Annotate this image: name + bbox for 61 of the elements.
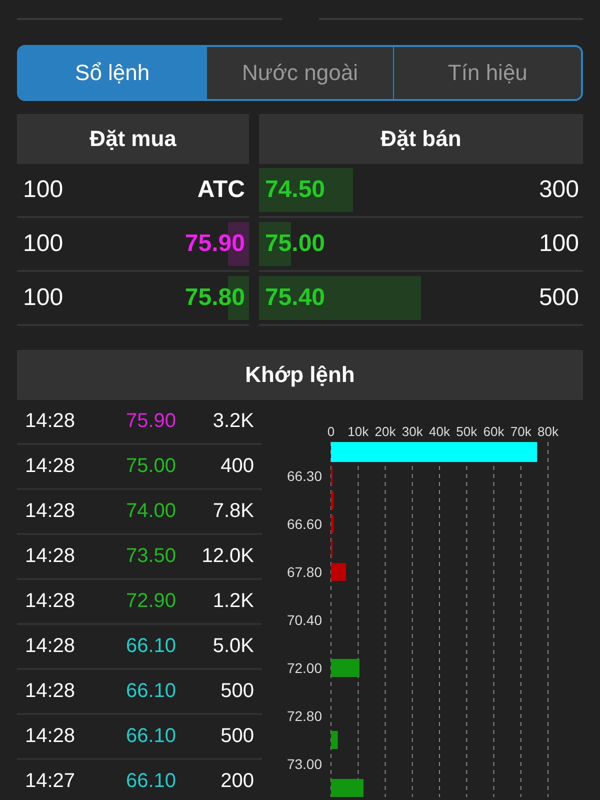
- trade-price: 75.90: [124, 410, 178, 433]
- ask-header: Đặt bán: [258, 114, 583, 164]
- trade-time: 14:28: [25, 500, 76, 523]
- bid-price: ATC: [196, 176, 245, 204]
- axis-tick-label: 70k: [510, 424, 532, 439]
- tab[interactable]: Tín hiệu: [393, 47, 581, 99]
- trade-volume: 400: [220, 455, 254, 478]
- trade-time: 14:28: [25, 410, 76, 433]
- ask-volume: 500: [538, 284, 579, 312]
- bid-price: 75.90: [184, 230, 245, 258]
- axis-tick-label: 0: [327, 424, 335, 439]
- trade-volume: 1.2K: [212, 590, 254, 613]
- trade-time: 14:28: [25, 725, 76, 748]
- trade-time: 14:28: [25, 590, 76, 613]
- price-label: 73.00: [286, 756, 322, 772]
- price-label: 72.00: [286, 660, 322, 676]
- price-label: 66.60: [286, 516, 322, 532]
- tab[interactable]: Sổ lệnh: [19, 47, 206, 99]
- price-label: 72.80: [286, 708, 322, 724]
- trade-time: 14:28: [25, 635, 76, 658]
- trade-volume: 200: [220, 770, 254, 793]
- price-label: 67.80: [286, 564, 322, 580]
- trade-price: 66.10: [124, 725, 178, 748]
- bid-price: 75.80: [184, 284, 245, 312]
- trade-volume: 5.0K: [212, 635, 254, 658]
- trade-time: 14:28: [25, 545, 76, 568]
- axis-tick-label: 60k: [483, 424, 504, 439]
- trade-volume: 7.8K: [212, 500, 254, 523]
- price-label: 66.30: [286, 468, 322, 484]
- bid-volume: 100: [23, 230, 64, 258]
- trade-volume: 3.2K: [212, 410, 254, 433]
- bid-volume: 100: [23, 176, 64, 204]
- trade-volume: 12.0K: [200, 545, 254, 568]
- matched-header: Khớp lệnh: [17, 350, 583, 400]
- trade-time: 14:27: [25, 770, 76, 793]
- trade-price: 72.90: [124, 590, 178, 613]
- bid-header: Đặt mua: [17, 114, 249, 164]
- ask-price: 74.50: [264, 176, 326, 204]
- axis-tick-label: 80k: [538, 424, 558, 439]
- bid-volume: 100: [23, 284, 64, 312]
- tab[interactable]: Nước ngoài: [206, 47, 394, 99]
- price-label: 70.40: [286, 612, 322, 628]
- axis-tick-label: 20k: [374, 424, 396, 439]
- trade-time: 14:28: [25, 455, 76, 478]
- ask-price: 75.40: [264, 284, 326, 312]
- axis-tick-label: 50k: [456, 424, 478, 439]
- trade-price: 74.00: [124, 500, 178, 523]
- axis-tick-label: 30k: [402, 424, 423, 439]
- trade-price: 75.00: [124, 455, 178, 478]
- trade-price: 66.10: [124, 680, 178, 703]
- ask-volume: 100: [538, 230, 579, 258]
- axis-tick-label: 10k: [348, 424, 369, 439]
- ask-volume: 300: [538, 176, 579, 204]
- trade-volume: 500: [220, 680, 254, 703]
- trade-price: 66.10: [124, 770, 178, 793]
- trade-volume: 500: [220, 725, 254, 748]
- trade-price: 66.10: [124, 635, 178, 658]
- ask-price: 75.00: [264, 230, 326, 258]
- trade-price: 73.50: [124, 545, 178, 568]
- trade-time: 14:28: [25, 680, 76, 703]
- axis-tick-label: 40k: [429, 424, 450, 439]
